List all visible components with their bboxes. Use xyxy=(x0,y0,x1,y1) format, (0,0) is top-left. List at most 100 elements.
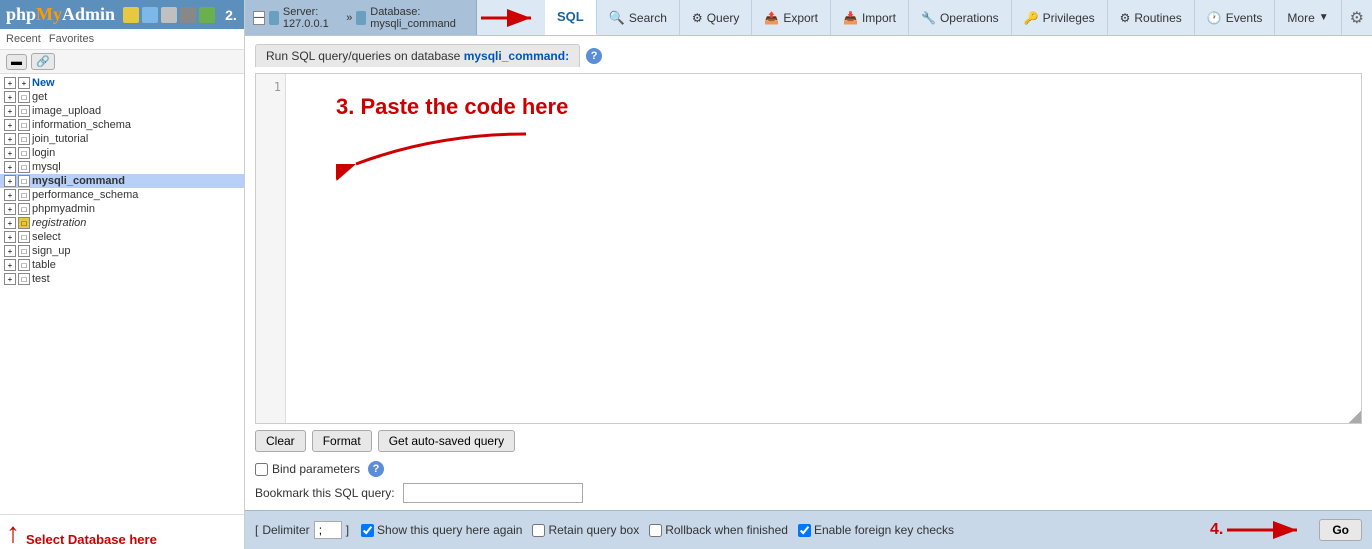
db-item-mysqli_command[interactable]: + □ mysqli_command xyxy=(0,174,244,188)
expand-icon: + xyxy=(4,161,16,173)
sidebar-nav: Recent Favorites xyxy=(0,29,244,50)
link-button[interactable]: 🔗 xyxy=(31,53,55,70)
foreign-key-checkbox[interactable] xyxy=(798,524,811,537)
sidebar-header: phpMyAdmin 2. xyxy=(0,0,244,29)
db-item-new[interactable]: + + New xyxy=(0,76,244,90)
tab-events-label: Events xyxy=(1226,11,1263,25)
resize-handle[interactable] xyxy=(1349,411,1361,423)
db-item-mysql[interactable]: + □ mysql xyxy=(0,160,244,174)
red-arrow-svg xyxy=(481,4,541,32)
tab-privileges[interactable]: 🔑 Privileges xyxy=(1012,0,1108,35)
line-numbers: 1 xyxy=(256,74,286,423)
tab-routines[interactable]: ⚙ Routines xyxy=(1108,0,1195,35)
db-name: login xyxy=(32,147,55,159)
rollback-checkbox[interactable] xyxy=(649,524,662,537)
reload-icon[interactable] xyxy=(199,7,215,23)
show-again-checkbox[interactable] xyxy=(361,524,374,537)
tab-bar: SQL 🔍 Search ⚙ Query 📤 Export xyxy=(545,0,1342,35)
show-again-option[interactable]: Show this query here again xyxy=(361,523,522,537)
expand-icon: + xyxy=(4,77,16,89)
foreign-key-option[interactable]: Enable foreign key checks xyxy=(798,523,954,537)
home-icon[interactable] xyxy=(123,7,139,23)
bookmark-input[interactable] xyxy=(403,483,583,503)
retain-box-option[interactable]: Retain query box xyxy=(532,523,639,537)
db-name: phpmyadmin xyxy=(32,203,95,215)
db-item-test[interactable]: + □ test xyxy=(0,272,244,286)
database-icon[interactable] xyxy=(142,7,158,23)
logo-admin: Admin xyxy=(62,4,115,25)
bind-params-label[interactable]: Bind parameters xyxy=(272,462,360,476)
step-2-label: 2. xyxy=(225,7,237,23)
sql-textarea[interactable] xyxy=(286,74,1361,423)
db-item-image_upload[interactable]: + □ image_upload xyxy=(0,104,244,118)
server-label: Server: 127.0.0.1 xyxy=(283,6,342,30)
retain-box-label: Retain query box xyxy=(548,523,639,537)
sql-panel-header: Run SQL query/queries on database mysqli… xyxy=(255,44,1362,67)
top-bar-right: ⚙ xyxy=(1342,0,1372,35)
db-item-registration[interactable]: + □ registration xyxy=(0,216,244,230)
clear-button[interactable]: Clear xyxy=(255,430,306,452)
db-name: performance_schema xyxy=(32,189,138,201)
db-name-new: New xyxy=(32,77,55,89)
db-item-login[interactable]: + □ login xyxy=(0,146,244,160)
retain-box-checkbox[interactable] xyxy=(532,524,545,537)
expand-icon-2: □ xyxy=(18,119,30,131)
tab-operations[interactable]: 🔧 Operations xyxy=(909,0,1012,35)
go-button[interactable]: Go xyxy=(1319,519,1362,541)
top-bar: — Server: 127.0.0.1 » Database: mysqli_c… xyxy=(245,0,1372,36)
settings-gear-icon[interactable]: ⚙ xyxy=(1350,8,1364,28)
gear-icon[interactable] xyxy=(180,7,196,23)
sql-panel: Run SQL query/queries on database mysqli… xyxy=(245,36,1372,510)
db-item-information_schema[interactable]: + □ information_schema xyxy=(0,118,244,132)
db-item-table[interactable]: + □ table xyxy=(0,258,244,272)
database-list: + + New + □ get + □ image_upload + □ xyxy=(0,74,244,514)
autosave-button[interactable]: Get auto-saved query xyxy=(378,430,515,452)
info-icon[interactable] xyxy=(161,7,177,23)
server-icon xyxy=(269,11,279,25)
collapse-button[interactable]: ▬ xyxy=(6,54,27,70)
db-item-phpmyadmin[interactable]: + □ phpmyadmin xyxy=(0,202,244,216)
export-icon: 📤 xyxy=(764,11,779,25)
tab-search[interactable]: 🔍 Search xyxy=(597,0,680,35)
bottom-bar: [ Delimiter ] Show this query here again… xyxy=(245,510,1372,549)
help-icon[interactable]: ? xyxy=(586,48,602,64)
sql-options-row: Bind parameters ? xyxy=(255,458,1362,480)
db-name: information_schema xyxy=(32,119,131,131)
db-item-sign_up[interactable]: + □ sign_up xyxy=(0,244,244,258)
format-button[interactable]: Format xyxy=(312,430,372,452)
expand-icon: + xyxy=(4,231,16,243)
logo-my: My xyxy=(36,4,62,25)
tab-events[interactable]: 🕐 Events xyxy=(1195,0,1276,35)
recent-link[interactable]: Recent xyxy=(6,33,41,45)
go-section: 4. Go xyxy=(1210,516,1362,544)
expand-icon: + xyxy=(4,147,16,159)
bind-params-help-icon[interactable]: ? xyxy=(368,461,384,477)
delimiter-input[interactable] xyxy=(314,521,342,539)
db-item-select[interactable]: + □ select xyxy=(0,230,244,244)
sidebar-toolbar: ▬ 🔗 xyxy=(0,50,244,74)
tab-query[interactable]: ⚙ Query xyxy=(680,0,752,35)
expand-icon-2: □ xyxy=(18,105,30,117)
db-name: registration xyxy=(32,217,86,229)
tab-sql[interactable]: SQL xyxy=(545,0,597,35)
rollback-label: Rollback when finished xyxy=(665,523,788,537)
minimize-button[interactable]: — xyxy=(253,11,265,25)
expand-icon-2: □ xyxy=(18,259,30,271)
db-item-get[interactable]: + □ get xyxy=(0,90,244,104)
db-item-performance_schema[interactable]: + □ performance_schema xyxy=(0,188,244,202)
bind-params-checkbox[interactable] xyxy=(255,463,268,476)
chevron-down-icon: ▼ xyxy=(1319,12,1329,23)
db-item-join_tutorial[interactable]: + □ join_tutorial xyxy=(0,132,244,146)
favorites-link[interactable]: Favorites xyxy=(49,33,94,45)
tab-export[interactable]: 📤 Export xyxy=(752,0,831,35)
bottom-options: Show this query here again Retain query … xyxy=(361,523,1198,537)
expand-icon-2: + xyxy=(18,77,30,89)
sql-button-row: Clear Format Get auto-saved query xyxy=(255,424,1362,458)
expand-icon-2: □ xyxy=(18,231,30,243)
rollback-option[interactable]: Rollback when finished xyxy=(649,523,788,537)
tab-more[interactable]: More ▼ xyxy=(1275,0,1341,35)
logo-php: php xyxy=(6,4,36,25)
tab-import[interactable]: 📥 Import xyxy=(831,0,909,35)
privileges-icon: 🔑 xyxy=(1024,11,1039,25)
expand-icon: + xyxy=(4,133,16,145)
